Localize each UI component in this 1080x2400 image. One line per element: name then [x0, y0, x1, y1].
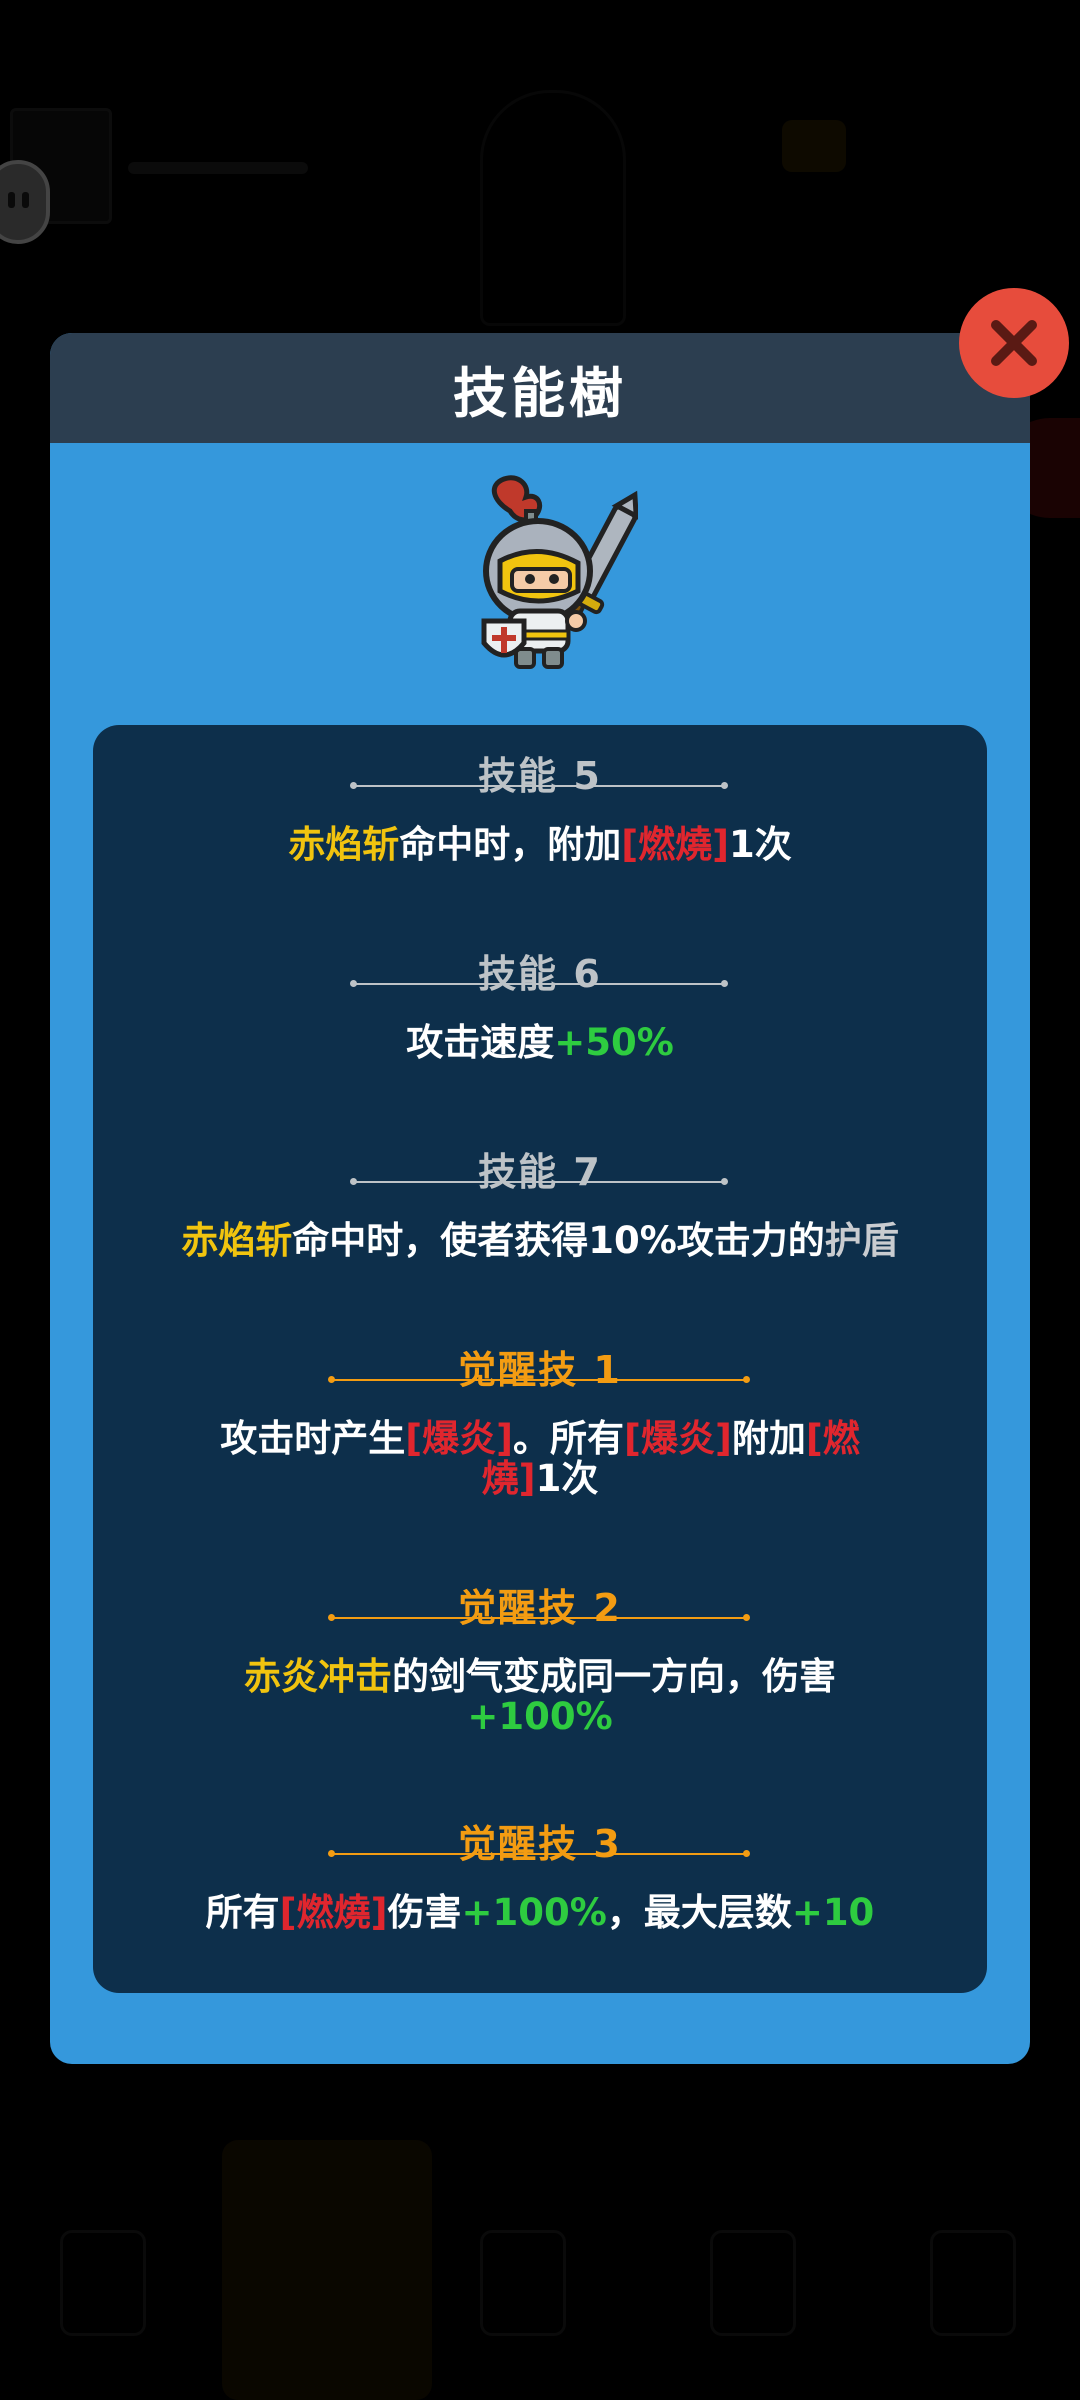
- skill-text: 命中时，使者获得10%攻击力的: [292, 1219, 825, 1262]
- skill-description: 赤焰斩命中时，附加[燃燒]1次: [183, 825, 897, 865]
- skill-heading-label: 技能 6: [478, 952, 602, 996]
- skill-text: 命中时，附加: [399, 823, 622, 866]
- skills-list-panel: 技能 5 赤焰斩命中时，附加[燃燒]1次 技能 6 攻击速度+50% 技能 7: [93, 725, 987, 1993]
- skill-text: 伤害: [387, 1891, 462, 1934]
- skill-text: 1次: [535, 1457, 599, 1500]
- awakening-heading: 觉醒技 2: [93, 1577, 987, 1630]
- bonus-text: +10: [791, 1891, 875, 1934]
- status-effect-text: [爆炎]: [405, 1417, 514, 1460]
- skill-name-text: 赤焰斩: [288, 823, 400, 866]
- skill-text: 所有: [205, 1891, 280, 1934]
- nav-slot-icon: [710, 2230, 796, 2336]
- game-screen: 技能樹 技能 5 赤焰斩命中时，附加[燃燒]1次 技能 6 攻击速度+50% 技…: [0, 0, 1080, 2400]
- knight-hero-portrait-icon: [438, 471, 639, 681]
- skill-description: 赤焰斩命中时，使者获得10%攻击力的护盾: [133, 1221, 947, 1261]
- skill-text: 的剑气变成同一方向，伤害: [392, 1655, 836, 1698]
- modal-header: 技能樹: [50, 333, 1030, 443]
- awakening-heading-label: 觉醒技 2: [458, 1586, 622, 1630]
- close-x-icon: [991, 320, 1037, 366]
- status-effect-text: [爆炎]: [624, 1417, 732, 1460]
- skill-heading-label: 技能 7: [478, 1150, 602, 1194]
- nav-slot-icon: [60, 2230, 146, 2336]
- skill-description: 攻击速度+50%: [183, 1023, 897, 1063]
- player-level-bar: [128, 162, 308, 174]
- skill-description: 所有[燃燒]伤害+100%，最大层数+10: [133, 1893, 947, 1933]
- skill-name-text: 赤炎冲击: [244, 1655, 392, 1698]
- nav-slot-icon: [930, 2230, 1016, 2336]
- bonus-text: +100%: [467, 1695, 613, 1738]
- skill-heading: 技能 5: [93, 745, 987, 798]
- coin-icon: [782, 120, 846, 172]
- background-hero-silhouette: [480, 90, 626, 326]
- modal-title: 技能樹: [453, 361, 627, 425]
- chat-bubble-icon: [0, 160, 50, 244]
- bonus-text: +100%: [461, 1891, 607, 1934]
- shield-text: 护盾: [824, 1219, 899, 1262]
- bonus-text: +50%: [554, 1021, 674, 1064]
- skill-text: 附加: [731, 1417, 806, 1460]
- skill-text: 攻击时产生: [220, 1417, 406, 1460]
- skill-text: 攻击速度: [406, 1021, 555, 1064]
- skill-text: 1次: [729, 823, 792, 866]
- nav-main-slot: [222, 2140, 432, 2400]
- skill-heading: 技能 6: [93, 943, 987, 996]
- skill-heading-label: 技能 5: [478, 754, 602, 798]
- skill-name-text: 赤焰斩: [181, 1219, 293, 1262]
- skill-heading: 技能 7: [93, 1141, 987, 1194]
- skill-description: 赤炎冲击的剑气变成同一方向，伤害+100%: [183, 1657, 897, 1737]
- skill-tree-modal: 技能樹 技能 5 赤焰斩命中时，附加[燃燒]1次 技能 6 攻击速度+50% 技…: [50, 333, 1030, 2064]
- nav-slot-icon: [480, 2230, 566, 2336]
- awakening-heading-label: 觉醒技 1: [458, 1348, 622, 1392]
- awakening-heading: 觉醒技 3: [93, 1813, 987, 1866]
- awakening-heading: 觉醒技 1: [93, 1339, 987, 1392]
- awakening-heading-label: 觉醒技 3: [458, 1822, 622, 1866]
- skill-text: ，最大层数: [606, 1891, 792, 1934]
- status-effect-text: [燃燒]: [621, 823, 730, 866]
- bottom-nav-bar: [0, 2130, 1080, 2400]
- skill-description: 攻击时产生[爆炎]。所有[爆炎]附加[燃燒]1次: [183, 1419, 897, 1499]
- close-button[interactable]: [959, 288, 1069, 398]
- skill-text: 。所有: [513, 1417, 625, 1460]
- status-effect-text: [燃燒]: [279, 1891, 388, 1934]
